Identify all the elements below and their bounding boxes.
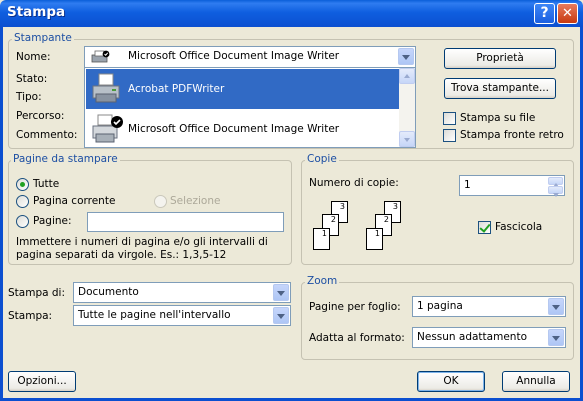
list-item[interactable]: Microsoft Office Document Image Writer — [86, 109, 399, 149]
copies-spinner[interactable] — [548, 177, 563, 197]
chevron-down-icon[interactable] — [398, 48, 414, 65]
printer-dropdown-list[interactable]: Acrobat PDFWriter Microsoft Office Docum… — [84, 67, 416, 148]
copies-count-label: Numero di copie: — [309, 177, 399, 189]
page-1: 1 — [366, 228, 383, 250]
pages-legend: Pagine da stampare — [11, 153, 120, 165]
print-to-file-label[interactable]: Stampa su file — [460, 112, 535, 124]
list-item-label: Microsoft Office Document Image Writer — [128, 123, 340, 135]
current-page-label[interactable]: Pagina corrente — [33, 195, 115, 207]
duplex-label[interactable]: Stampa fronte retro — [460, 129, 564, 141]
printer-select-icon — [90, 50, 110, 64]
scroll-up-icon[interactable] — [399, 68, 415, 84]
print-label: Stampa: — [8, 310, 53, 322]
collate-label[interactable]: Fascicola — [495, 221, 542, 233]
ok-button[interactable]: OK — [417, 371, 485, 392]
print-select[interactable]: Tutte le pagine nell'intervallo — [73, 305, 291, 326]
zoom-legend: Zoom — [305, 275, 340, 287]
pages-label[interactable]: Pagine: — [33, 215, 72, 227]
print-to-file-checkbox[interactable] — [443, 112, 456, 125]
chevron-down-icon[interactable] — [273, 307, 289, 324]
options-button[interactable]: Opzioni... — [8, 371, 76, 392]
chevron-down-icon[interactable] — [548, 298, 564, 315]
type-label: Tipo: — [16, 91, 42, 103]
help-button[interactable]: ? — [534, 3, 555, 24]
copies-count-value: 1 — [464, 179, 471, 191]
status-label: Stato: — [16, 73, 48, 85]
find-printer-button[interactable]: Trova stampante... — [444, 78, 556, 99]
scale-select[interactable]: Nessun adattamento — [412, 327, 566, 348]
print-what-value: Documento — [78, 286, 139, 298]
print-value: Tutte le pagine nell'intervallo — [78, 309, 231, 321]
list-item-label: Acrobat PDFWriter — [128, 83, 225, 95]
printer-icon — [90, 72, 124, 106]
list-item[interactable]: Acrobat PDFWriter — [86, 69, 399, 109]
all-pages-label[interactable]: Tutte — [33, 178, 59, 190]
pages-per-sheet-label: Pagine per foglio: — [309, 301, 401, 313]
print-what-label: Stampa di: — [8, 287, 66, 299]
title-bar — [0, 0, 583, 27]
copies-count-input[interactable]: 1 — [459, 175, 565, 197]
properties-button[interactable]: Proprietà — [444, 48, 556, 69]
collate-checkbox[interactable] — [478, 221, 491, 234]
duplex-checkbox[interactable] — [443, 129, 456, 142]
scale-value: Nessun adattamento — [417, 331, 527, 343]
pages-radio[interactable] — [16, 215, 29, 228]
all-pages-radio[interactable] — [16, 178, 29, 191]
collate-stack-icon: 3 2 1 — [366, 201, 410, 253]
printer-select[interactable]: Microsoft Office Document Image Writer — [84, 46, 416, 68]
current-page-radio[interactable] — [16, 195, 29, 208]
list-scrollbar[interactable] — [399, 68, 415, 147]
name-label: Nome: — [16, 51, 51, 63]
printer-select-value: Microsoft Office Document Image Writer — [128, 50, 340, 62]
comment-label: Commento: — [16, 129, 78, 141]
window-title: Stampa — [7, 4, 66, 20]
page-1: 1 — [313, 228, 330, 250]
path-label: Percorso: — [16, 110, 65, 122]
pages-per-sheet-value: 1 pagina — [417, 300, 463, 312]
close-button[interactable]: ✕ — [557, 3, 578, 24]
spin-up-icon[interactable] — [548, 177, 563, 187]
selection-radio — [154, 195, 167, 208]
pages-per-sheet-select[interactable]: 1 pagina — [412, 296, 566, 317]
default-printer-icon — [90, 112, 124, 146]
zoom-group — [301, 282, 574, 360]
cancel-button[interactable]: Annulla — [502, 371, 570, 392]
pages-hint: Immettere i numeri di pagina e/o gli int… — [16, 236, 268, 261]
chevron-down-icon[interactable] — [548, 329, 564, 346]
print-what-select[interactable]: Documento — [73, 282, 291, 303]
spin-down-icon[interactable] — [548, 186, 563, 197]
selection-label: Selezione — [170, 195, 221, 207]
collate-stack-icon: 3 2 1 — [313, 201, 357, 253]
pages-input[interactable] — [87, 212, 284, 232]
copies-legend: Copie — [305, 153, 339, 165]
chevron-down-icon[interactable] — [273, 284, 289, 301]
printer-legend: Stampante — [12, 32, 74, 44]
scroll-down-icon[interactable] — [399, 131, 415, 147]
scale-label: Adatta al formato: — [309, 332, 405, 344]
